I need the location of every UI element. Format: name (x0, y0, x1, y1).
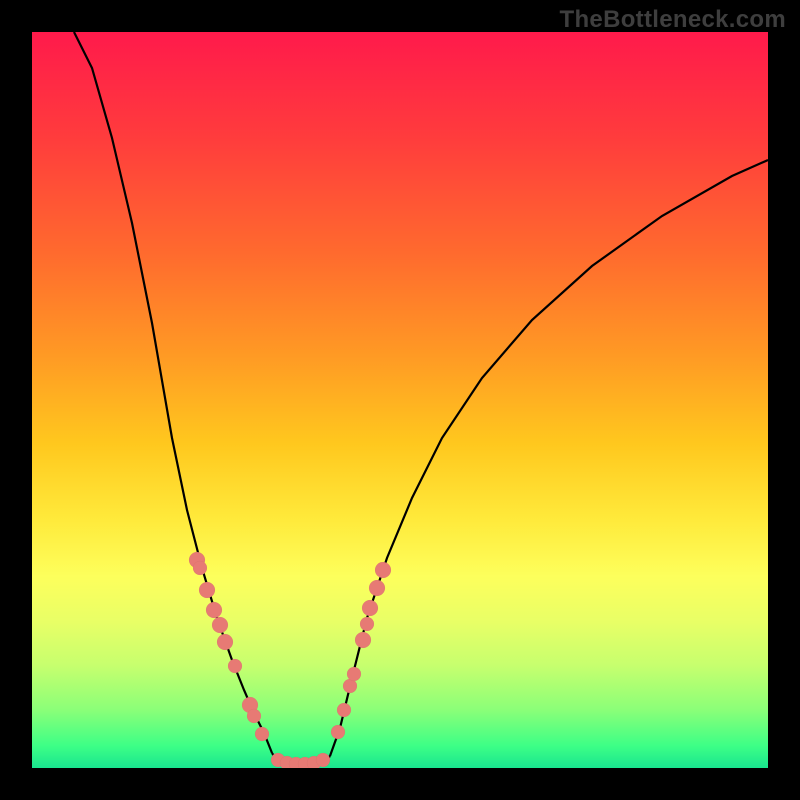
scatter-dot (217, 634, 233, 650)
scatter-dot (369, 580, 385, 596)
scatter-dot (206, 602, 222, 618)
scatter-points (189, 552, 391, 768)
watermark-text: TheBottleneck.com (560, 6, 786, 34)
scatter-dot (255, 727, 269, 741)
scatter-dot (355, 632, 371, 648)
outer-frame: TheBottleneck.com (0, 0, 800, 800)
scatter-dot (337, 703, 351, 717)
scatter-dot (212, 617, 228, 633)
scatter-dot (193, 561, 207, 575)
curve-left (74, 32, 272, 753)
scatter-dot (347, 667, 361, 681)
scatter-dot (375, 562, 391, 578)
plot-area (32, 32, 768, 768)
curve-right (330, 160, 768, 756)
scatter-dot (228, 659, 242, 673)
scatter-dot (316, 753, 330, 767)
scatter-dot (331, 725, 345, 739)
scatter-dot (362, 600, 378, 616)
scatter-dot (247, 709, 261, 723)
chart-svg (32, 32, 768, 768)
scatter-dot (360, 617, 374, 631)
scatter-dot (199, 582, 215, 598)
